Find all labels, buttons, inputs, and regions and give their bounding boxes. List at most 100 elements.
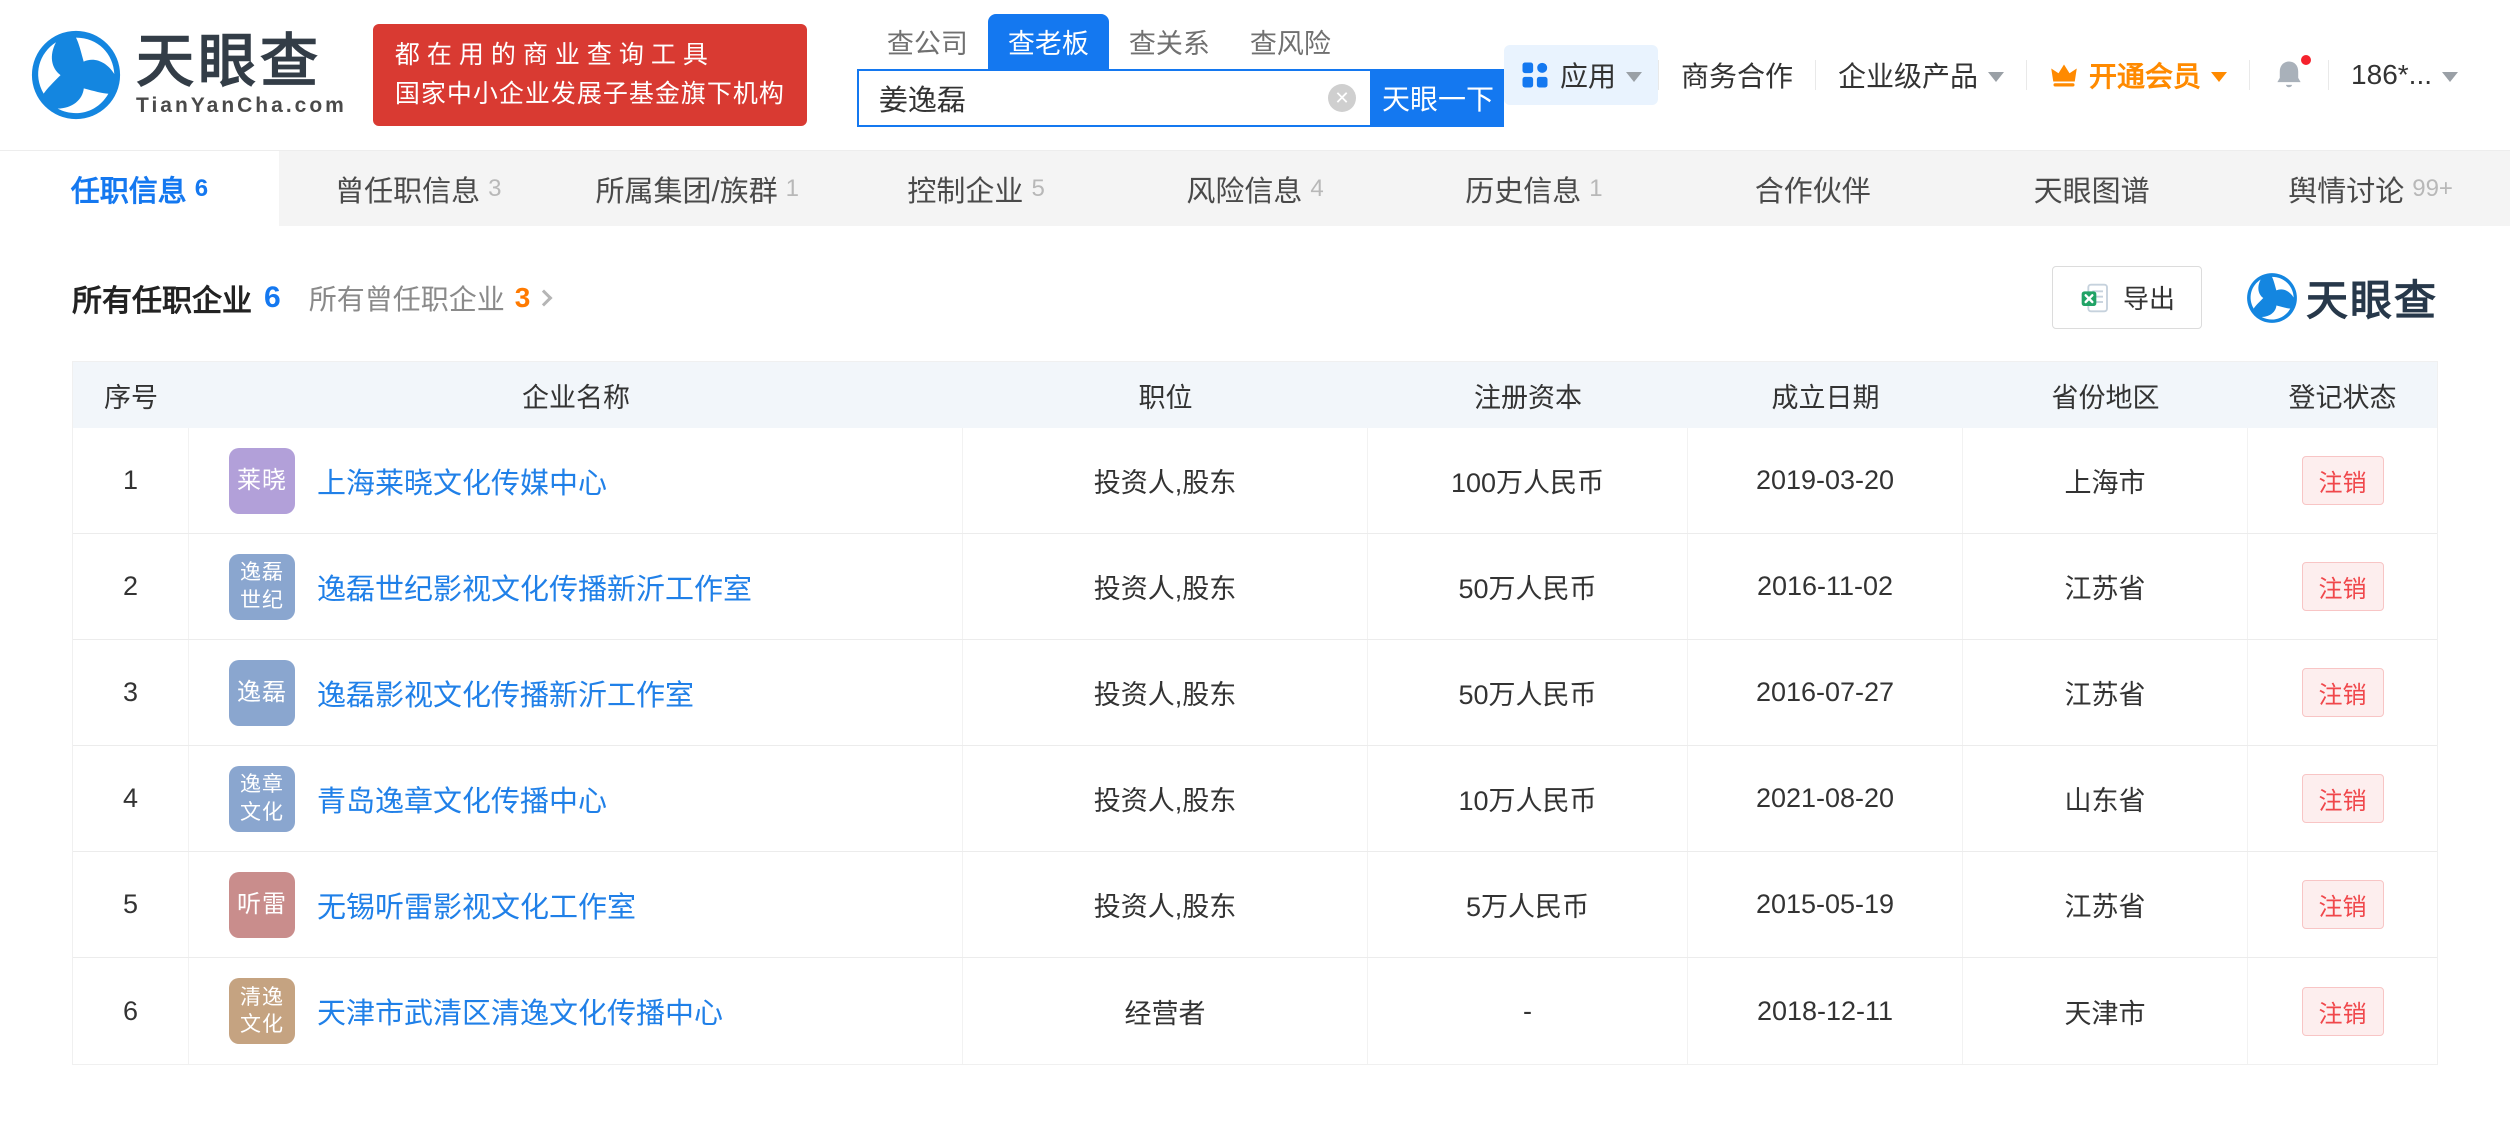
search-tab-查老板[interactable]: 查老板 (988, 14, 1109, 69)
tab-label: 舆情讨论 (2288, 168, 2404, 210)
tianyancha-swirl-icon (2246, 272, 2298, 324)
search-input[interactable] (879, 82, 1328, 115)
nav-apps-label: 应用 (1560, 55, 1616, 95)
company-avatar: 逸磊 (229, 660, 295, 726)
tab-label: 所属集团/族群 (596, 168, 778, 210)
cell-date: 2016-07-27 (1688, 640, 1963, 745)
column-header-成立日期: 成立日期 (1688, 362, 1963, 428)
tab-label: 任职信息 (71, 168, 187, 210)
nav-apps[interactable]: 应用 (1504, 45, 1658, 105)
table-body: 1 莱晓 上海莱晓文化传媒中心 投资人,股东 100万人民币 2019-03-2… (73, 428, 2437, 1064)
section-title-count: 6 (264, 281, 281, 315)
cell-index: 5 (73, 852, 189, 957)
nav-cooperation[interactable]: 商务合作 (1659, 55, 1815, 95)
nav-enterprise[interactable]: 企业级产品 (1816, 55, 2026, 95)
tab-count: 99+ (2412, 175, 2453, 203)
tab-合作伙伴[interactable]: 合作伙伴 (1673, 151, 1952, 226)
export-button[interactable]: 导出 (2052, 266, 2202, 329)
cell-capital: 50万人民币 (1368, 640, 1688, 745)
tab-曾任职信息[interactable]: 曾任职信息3 (279, 151, 558, 226)
cell-capital: - (1368, 958, 1688, 1064)
company-name-link[interactable]: 青岛逸章文化传播中心 (317, 778, 607, 820)
cell-index: 2 (73, 534, 189, 639)
nav-cooperation-label: 商务合作 (1681, 55, 1793, 95)
column-header-注册资本: 注册资本 (1368, 362, 1688, 428)
tab-风险信息[interactable]: 风险信息4 (1116, 151, 1395, 226)
search-tab-查风险[interactable]: 查风险 (1230, 14, 1351, 69)
tab-label: 曾任职信息 (335, 168, 480, 210)
logo-domain: TianYanCha.com (136, 94, 347, 118)
company-avatar: 逸章文化 (229, 766, 295, 832)
nav-notifications[interactable] (2250, 58, 2328, 92)
cell-province: 山东省 (1963, 746, 2248, 851)
column-header-企业名称: 企业名称 (189, 362, 963, 428)
table-row: 4 逸章文化 青岛逸章文化传播中心 投资人,股东 10万人民币 2021-08-… (73, 746, 2437, 852)
apps-grid-icon (1520, 60, 1550, 90)
logo-title: 天眼查 (136, 32, 347, 93)
company-name-link[interactable]: 逸磊影视文化传播新沂工作室 (317, 672, 694, 714)
nav-account[interactable]: 186*... (2329, 59, 2480, 91)
cell-position: 投资人,股东 (963, 746, 1368, 851)
nav-vip[interactable]: 开通会员 (2027, 55, 2249, 95)
company-name-link[interactable]: 上海莱晓文化传媒中心 (317, 460, 607, 502)
table-header-row: 序号企业名称职位注册资本成立日期省份地区登记状态 (73, 362, 2437, 428)
chevron-down-icon (2211, 72, 2227, 82)
cell-date: 2021-08-20 (1688, 746, 1963, 851)
former-positions-label: 所有曾任职企业 (309, 278, 505, 318)
company-avatar: 莱晓 (229, 448, 295, 514)
tab-count: 1 (786, 175, 799, 203)
cell-company: 清逸文化 天津市武清区清逸文化传播中心 (189, 958, 963, 1064)
company-name-link[interactable]: 无锡听雷影视文化工作室 (317, 884, 636, 926)
cell-date: 2016-11-02 (1688, 534, 1963, 639)
status-badge: 注销 (2302, 562, 2384, 611)
company-avatar: 清逸文化 (229, 978, 295, 1044)
section-header: 所有任职企业 6 所有曾任职企业 3 导出 (72, 266, 2438, 329)
column-header-省份地区: 省份地区 (1963, 362, 2248, 428)
search-button[interactable]: 天眼一下 (1372, 69, 1504, 127)
tianyancha-watermark: 天眼查 (2246, 267, 2438, 328)
cell-position: 投资人,股东 (963, 534, 1368, 639)
cell-province: 上海市 (1963, 428, 2248, 533)
clear-search-icon[interactable]: ✕ (1328, 84, 1356, 112)
cell-status: 注销 (2248, 640, 2437, 745)
search-tab-查关系[interactable]: 查关系 (1109, 14, 1230, 69)
tab-舆情讨论[interactable]: 舆情讨论 99+ (2231, 151, 2510, 226)
tianyancha-logo[interactable]: 天眼查 TianYanCha.com (30, 29, 347, 121)
cell-position: 投资人,股东 (963, 852, 1368, 957)
main-content: 所有任职企业 6 所有曾任职企业 3 导出 (0, 266, 2510, 1065)
section-title: 所有任职企业 (72, 276, 252, 320)
search-box: ✕ (857, 69, 1372, 127)
search-tabs: 查公司查老板查关系查风险 (857, 23, 1504, 69)
cell-company: 逸磊世纪 逸磊世纪影视文化传播新沂工作室 (189, 534, 963, 639)
cell-index: 4 (73, 746, 189, 851)
chevron-right-icon (536, 289, 553, 306)
watermark-label: 天眼查 (2306, 267, 2438, 328)
bell-icon (2272, 58, 2306, 92)
tab-label: 历史信息 (1465, 168, 1581, 210)
company-name-link[interactable]: 天津市武清区清逸文化传播中心 (317, 990, 723, 1032)
tab-label: 风险信息 (1186, 168, 1302, 210)
export-label: 导出 (2123, 279, 2175, 316)
cell-company: 听雷 无锡听雷影视文化工作室 (189, 852, 963, 957)
cell-status: 注销 (2248, 746, 2437, 851)
search-tab-查公司[interactable]: 查公司 (867, 14, 988, 69)
status-badge: 注销 (2302, 774, 2384, 823)
top-nav: 应用 商务合作 企业级产品 开通会员 (1504, 45, 2480, 105)
company-avatar: 听雷 (229, 872, 295, 938)
cell-province: 江苏省 (1963, 852, 2248, 957)
nav-enterprise-label: 企业级产品 (1838, 55, 1978, 95)
tab-任职信息[interactable]: 任职信息6 (0, 151, 279, 226)
status-badge: 注销 (2302, 456, 2384, 505)
chevron-down-icon (1988, 72, 2004, 82)
account-phone-label: 186*... (2351, 59, 2432, 91)
search-area: 查公司查老板查关系查风险 ✕ 天眼一下 (857, 23, 1504, 127)
search-row: ✕ 天眼一下 (857, 69, 1504, 127)
nav-vip-label: 开通会员 (2089, 55, 2201, 95)
tab-历史信息[interactable]: 历史信息1 (1394, 151, 1673, 226)
former-positions-link[interactable]: 所有曾任职企业 3 (309, 278, 551, 318)
tab-天眼图谱[interactable]: 天眼图谱 (1952, 151, 2231, 226)
tab-控制企业[interactable]: 控制企业5 (837, 151, 1116, 226)
tab-所属集团/族群[interactable]: 所属集团/族群 1 (558, 151, 837, 226)
cell-company: 莱晓 上海莱晓文化传媒中心 (189, 428, 963, 533)
company-name-link[interactable]: 逸磊世纪影视文化传播新沂工作室 (317, 566, 752, 608)
